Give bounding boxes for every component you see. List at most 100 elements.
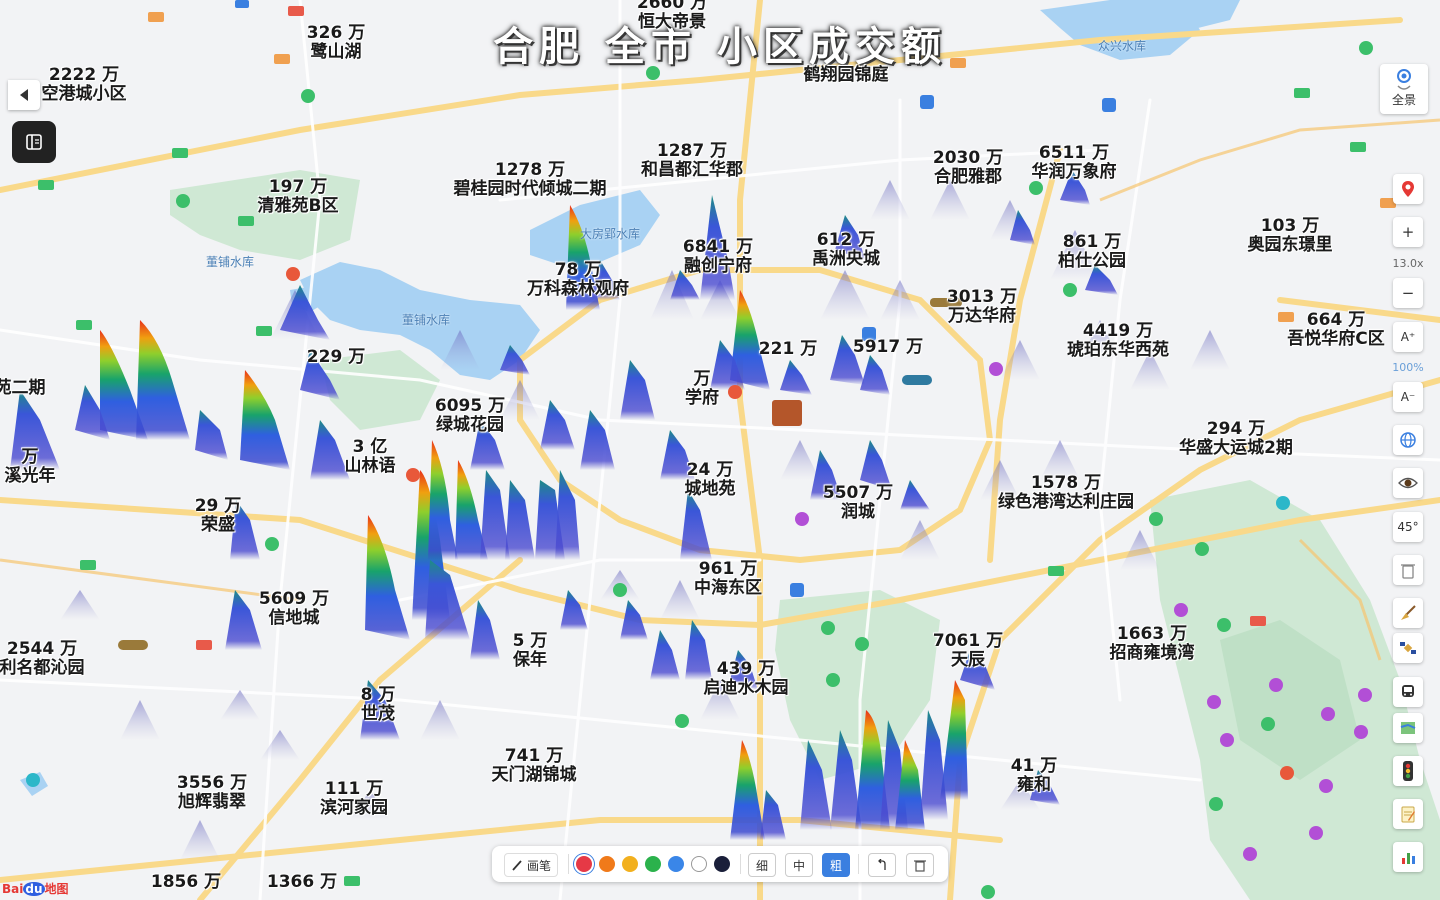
notepad-icon [1401, 806, 1415, 823]
community-label: 29 万荣盛 [195, 497, 242, 535]
amount-text: 741 万 [504, 746, 564, 766]
community-label: 961 万中海东区 [694, 560, 762, 598]
community-name: 溪光年 [4, 466, 56, 486]
divider [568, 854, 569, 874]
amount-text: 3013 万 [946, 287, 1018, 307]
color-swatch-orange[interactable] [599, 856, 615, 872]
community-label: 103 万奥园东璟里 [1248, 217, 1333, 255]
amount-text: 24 万 [686, 460, 734, 480]
amount-text: 万 [21, 447, 39, 467]
person-pin-icon [1397, 69, 1411, 90]
panorama-button[interactable]: 全景 [1380, 64, 1428, 114]
community-name: 利名都沁园 [0, 658, 85, 678]
reservoir-label: 董铺水库 [402, 313, 451, 327]
community-label: 3556 万旭辉翡翠 [177, 774, 247, 812]
community-label: 439 万启迪水木园 [704, 660, 789, 698]
amount-text: 5507 万 [822, 483, 894, 503]
layers-panel-button[interactable] [12, 121, 56, 163]
community-label: 1663 万招商雍境湾 [1110, 625, 1195, 663]
font-decrease-button[interactable]: A⁻ [1393, 382, 1423, 412]
amount-text: 111 万 [324, 779, 384, 799]
map-view-button[interactable] [1393, 713, 1423, 743]
notes-button[interactable] [1393, 799, 1423, 829]
amount-text: 861 万 [1062, 232, 1122, 252]
community-label: 苑二期 [0, 379, 46, 398]
community-label: 221 万 [759, 340, 817, 359]
amount-text: 78 万 [554, 260, 602, 280]
community-label: 6511 万华润万象府 [1032, 144, 1117, 182]
community-name: 空港城小区 [41, 84, 127, 104]
back-button[interactable] [8, 80, 40, 110]
baidu-map-logo: Bai du 地图 [2, 882, 69, 896]
amount-text: 苑二期 [0, 378, 46, 398]
community-label: 612 万禹洲央城 [812, 231, 880, 269]
community-name: 禹洲央城 [812, 249, 880, 269]
amount-text: 103 万 [1260, 216, 1320, 236]
map-icon [1400, 722, 1416, 734]
undo-button[interactable] [868, 853, 896, 877]
community-name: 柏仕公园 [1058, 251, 1126, 271]
clear-button[interactable] [1393, 555, 1423, 585]
thick-stroke-button[interactable]: 粗 [822, 853, 850, 877]
community-label: 鹤翔园锦庭 [804, 66, 889, 85]
community-label: 1366 万 [267, 873, 337, 892]
amount-text: 3556 万 [176, 773, 248, 793]
community-label: 111 万滨河家园 [320, 780, 388, 818]
community-name: 旭辉翡翠 [177, 792, 246, 812]
color-swatch-red[interactable] [576, 856, 592, 872]
amount-text: 万 [693, 369, 711, 389]
community-name: 绿色港湾达利庄园 [998, 492, 1134, 512]
undo-icon [878, 859, 886, 870]
location-pin-button[interactable] [1393, 174, 1423, 204]
amount-text: 197 万 [268, 177, 328, 197]
delete-drawing-button[interactable] [906, 853, 934, 877]
medium-stroke-button[interactable]: 中 [785, 853, 813, 877]
community-label: 5609 万信地城 [259, 590, 329, 628]
community-label: 41 万雍和 [1011, 757, 1058, 795]
color-swatch-navy[interactable] [714, 856, 730, 872]
community-label: 861 万柏仕公园 [1058, 233, 1126, 271]
community-label: 78 万万科森林观府 [527, 261, 629, 299]
community-label: 2544 万利名都沁园 [0, 640, 85, 678]
zoom-in-button[interactable]: + [1393, 217, 1423, 247]
thin-stroke-button[interactable]: 细 [748, 853, 776, 877]
globe-icon [1400, 432, 1416, 448]
community-label: 8 万世茂 [361, 686, 396, 724]
traffic-button[interactable] [1393, 756, 1423, 786]
zoom-out-button[interactable]: − [1393, 278, 1423, 308]
community-name: 启迪水木园 [703, 678, 789, 698]
font-increase-button[interactable]: A⁺ [1393, 322, 1423, 352]
pen-label: 画笔 [526, 858, 551, 873]
amount-text: 1287 万 [656, 141, 728, 161]
tilt-button[interactable]: 45° [1393, 512, 1423, 542]
satellite-button[interactable] [1393, 633, 1423, 663]
globe-button[interactable] [1393, 425, 1423, 455]
transit-button[interactable] [1393, 677, 1423, 707]
community-name: 山林语 [344, 456, 396, 476]
train-icon [1402, 685, 1414, 697]
amount-text: 439 万 [716, 659, 776, 679]
community-name: 合肥雅郡 [933, 167, 1002, 187]
community-name: 城地苑 [684, 479, 736, 499]
community-name: 滨河家园 [320, 798, 388, 818]
color-swatch-green[interactable] [645, 856, 661, 872]
reservoir-label: 大房郢水库 [580, 227, 641, 241]
panel-icon [26, 134, 42, 150]
amount-text: 1663 万 [1116, 624, 1188, 644]
chart-button[interactable] [1393, 842, 1423, 872]
color-swatch-yellow[interactable] [622, 856, 638, 872]
community-label: 5917 万 [853, 338, 923, 357]
community-label: 3 亿山林语 [345, 438, 396, 476]
community-label: 294 万华盛大运城2期 [1179, 420, 1293, 458]
amount-text: 1366 万 [266, 872, 338, 892]
pen-button[interactable]: 画笔 [504, 853, 558, 877]
amount-text: 鹤翔园锦庭 [803, 65, 889, 85]
color-swatch-white[interactable] [691, 856, 707, 872]
community-name: 融创宁府 [683, 256, 752, 276]
amount-text: 6095 万 [434, 396, 506, 416]
amount-text: 961 万 [698, 559, 758, 579]
color-swatch-blue[interactable] [668, 856, 684, 872]
broom-button[interactable] [1393, 598, 1423, 628]
view-toggle-button[interactable] [1393, 468, 1423, 498]
community-name: 绿城花园 [435, 415, 504, 435]
